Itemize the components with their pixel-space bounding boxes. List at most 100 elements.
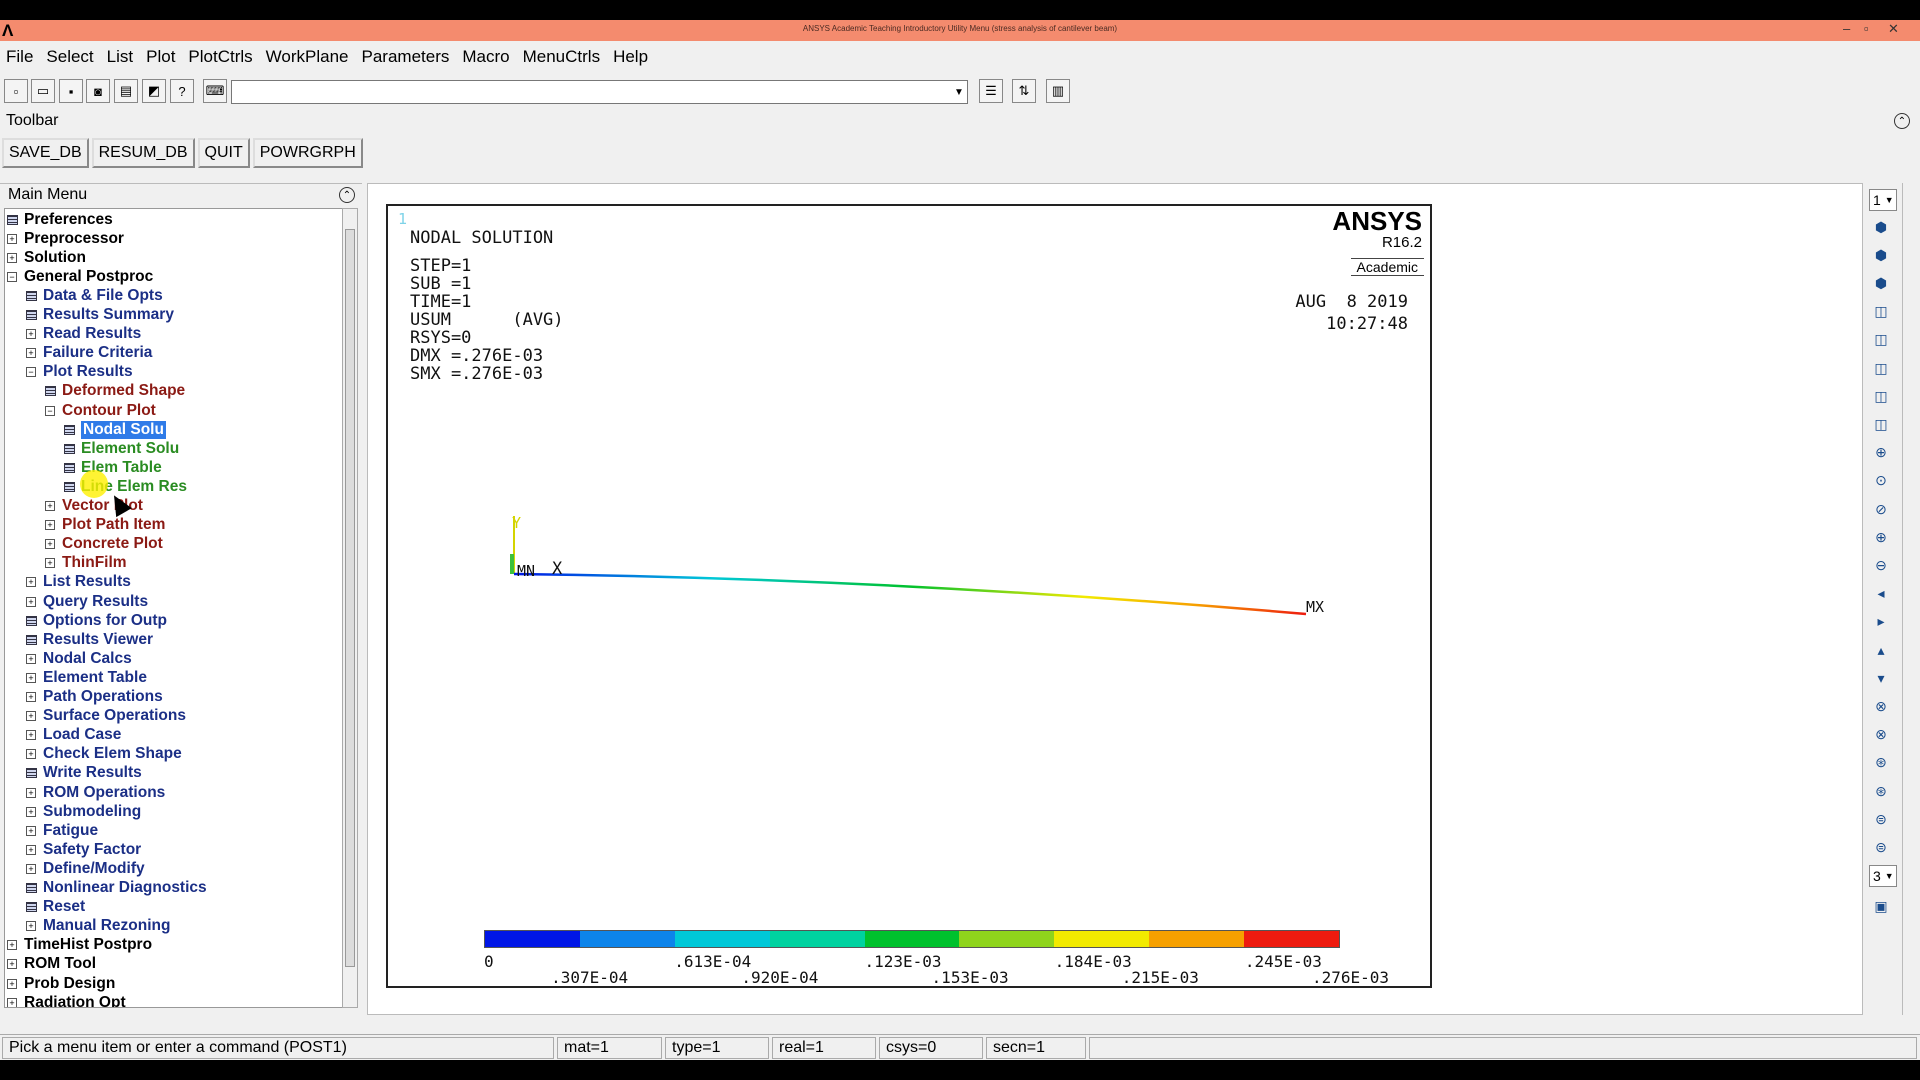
- menu-tree-item[interactable]: − Contour Plot: [45, 401, 156, 420]
- menu-tree-item[interactable]: Options for Outp: [26, 611, 167, 630]
- pan-left-icon[interactable]: ◂: [1869, 583, 1893, 605]
- menu-tree-item[interactable]: + Fatigue: [26, 821, 98, 840]
- expand-icon[interactable]: +: [26, 329, 36, 340]
- pan-down-icon[interactable]: ▾: [1869, 667, 1893, 689]
- pan-up-icon[interactable]: ▴: [1869, 639, 1893, 661]
- expand-icon[interactable]: +: [26, 787, 36, 798]
- rotate-x-icon[interactable]: ⊗: [1869, 695, 1893, 717]
- rotate-y-neg-icon[interactable]: ⊛: [1869, 780, 1893, 802]
- title-strip[interactable]: Λ ANSYS Academic Teaching Introductory U…: [0, 20, 1920, 41]
- collapse-icon[interactable]: −: [26, 367, 36, 378]
- menu-tree-item[interactable]: + ROM Tool: [7, 955, 96, 974]
- bottom-view-icon[interactable]: ◫: [1869, 385, 1893, 407]
- collapse-menu-icon[interactable]: ⌃: [339, 187, 355, 203]
- expand-icon[interactable]: +: [7, 959, 17, 970]
- menu-plotctrls[interactable]: PlotCtrls: [188, 47, 252, 67]
- results-viewer-icon[interactable]: ⇅: [1012, 79, 1036, 103]
- save-db-button[interactable]: SAVE_DB: [2, 138, 89, 168]
- dynamic-mode-icon[interactable]: ▣: [1869, 895, 1893, 917]
- iso-view-icon[interactable]: ⬢: [1869, 216, 1893, 238]
- menu-tree-item[interactable]: + Prob Design: [7, 974, 115, 993]
- zoom-icon[interactable]: ⊕: [1869, 442, 1893, 464]
- expand-icon[interactable]: +: [26, 806, 36, 817]
- left-view-icon[interactable]: ◫: [1869, 357, 1893, 379]
- rotate-y-icon[interactable]: ⊛: [1869, 752, 1893, 774]
- menu-function-icon[interactable]: [26, 310, 37, 320]
- menu-tree-item[interactable]: Elem Table: [64, 458, 162, 477]
- menu-tree-item[interactable]: + List Results: [26, 573, 131, 592]
- menu-function-icon[interactable]: [26, 883, 37, 893]
- expand-icon[interactable]: +: [45, 558, 55, 569]
- open-folder-icon[interactable]: ▭: [31, 79, 55, 103]
- menu-function-icon[interactable]: [64, 424, 75, 435]
- menu-function-icon[interactable]: [26, 902, 37, 913]
- menu-function-icon[interactable]: [26, 615, 37, 626]
- menu-function-icon[interactable]: [26, 634, 37, 645]
- window-select-dropdown[interactable]: 1 ▼: [1869, 189, 1897, 211]
- close-button[interactable]: ✕: [1888, 21, 1899, 37]
- menu-tree-item[interactable]: + Load Case: [26, 726, 121, 745]
- menu-tree-item[interactable]: + Define/Modify: [26, 859, 145, 878]
- menu-macro[interactable]: Macro: [462, 47, 509, 67]
- menu-function-icon[interactable]: [7, 214, 18, 225]
- win-zoom-icon[interactable]: ⊘: [1869, 498, 1893, 520]
- expand-icon[interactable]: +: [45, 501, 55, 511]
- menu-tree-item[interactable]: Results Viewer: [26, 630, 153, 649]
- zoom-out-icon[interactable]: ⊖: [1869, 554, 1893, 576]
- rotate-x-neg-icon[interactable]: ⊗: [1869, 724, 1893, 746]
- print-icon[interactable]: ▤: [114, 79, 138, 103]
- menu-tree-item[interactable]: Deformed Shape: [45, 382, 185, 401]
- expand-icon[interactable]: +: [26, 596, 36, 607]
- expand-icon[interactable]: +: [7, 940, 17, 951]
- menu-plot[interactable]: Plot: [146, 47, 175, 67]
- menu-tree-item[interactable]: + Solution: [7, 248, 86, 267]
- menu-workplane[interactable]: WorkPlane: [266, 47, 349, 67]
- expand-icon[interactable]: +: [26, 711, 36, 722]
- expand-icon[interactable]: +: [26, 749, 36, 760]
- rotate-z-neg-icon[interactable]: ⊜: [1869, 836, 1893, 858]
- menu-tree-item[interactable]: + Check Elem Shape: [26, 745, 182, 764]
- menu-tree-item[interactable]: + Safety Factor: [26, 840, 141, 859]
- menu-tree-item[interactable]: Nonlinear Diagnostics: [26, 879, 207, 898]
- pan-right-icon[interactable]: ▸: [1869, 611, 1893, 633]
- scrollbar-thumb[interactable]: [345, 229, 355, 967]
- menu-tree-item[interactable]: + Concrete Plot: [45, 535, 163, 554]
- menu-tree-item[interactable]: + Plot Path Item: [45, 516, 165, 535]
- nodal-solution-plot[interactable]: 1 NODAL SOLUTION STEP=1 SUB =1 TIME=1 USUM …: [386, 204, 1432, 988]
- quit-button[interactable]: QUIT: [197, 138, 250, 168]
- command-prompt-icon[interactable]: ⌨: [203, 79, 227, 103]
- menu-tree-item[interactable]: + Read Results: [26, 325, 141, 344]
- menu-function-icon[interactable]: [26, 768, 37, 779]
- graphics-scrollbar[interactable]: [1902, 183, 1918, 1015]
- rotate-z-icon[interactable]: ⊜: [1869, 808, 1893, 830]
- image-capture-icon[interactable]: ◩: [142, 79, 166, 103]
- collapse-toolbar-icon[interactable]: ⌃: [1894, 113, 1910, 129]
- menu-tree-item[interactable]: Nodal Solu: [64, 420, 166, 439]
- oblique-view-icon[interactable]: ◫: [1869, 413, 1893, 435]
- expand-icon[interactable]: +: [45, 539, 55, 550]
- menu-tree-item[interactable]: Preferences: [7, 210, 113, 229]
- menu-scrollbar[interactable]: [342, 208, 358, 1008]
- collapse-icon[interactable]: −: [45, 405, 55, 416]
- expand-icon[interactable]: +: [26, 577, 36, 588]
- powergraph-button[interactable]: POWRGRPH: [252, 138, 363, 168]
- menu-tree-item[interactable]: + Surface Operations: [26, 707, 186, 726]
- menu-function-icon[interactable]: [64, 443, 75, 454]
- expand-icon[interactable]: +: [7, 997, 17, 1007]
- expand-icon[interactable]: +: [7, 233, 17, 244]
- menu-tree-item[interactable]: Results Summary: [26, 306, 174, 325]
- output-window-icon[interactable]: ▥: [1046, 79, 1070, 103]
- menu-tree-item[interactable]: + ThinFilm: [45, 554, 127, 573]
- menu-tree-item[interactable]: + Radiation Opt: [7, 993, 126, 1007]
- menu-file[interactable]: File: [6, 47, 33, 67]
- menu-tree-item[interactable]: Data & File Opts: [26, 286, 163, 305]
- box-zoom-icon[interactable]: ⊙: [1869, 470, 1893, 492]
- menu-list[interactable]: List: [107, 47, 133, 67]
- save-icon[interactable]: ▪: [59, 79, 83, 103]
- menu-tree-item[interactable]: + Element Table: [26, 668, 147, 687]
- maximize-button[interactable]: ▫: [1864, 21, 1869, 36]
- menu-function-icon[interactable]: [26, 290, 37, 301]
- menu-select[interactable]: Select: [46, 47, 93, 67]
- menu-tree-item[interactable]: + TimeHist Postpro: [7, 936, 152, 955]
- zoom-in-icon[interactable]: ⊕: [1869, 526, 1893, 548]
